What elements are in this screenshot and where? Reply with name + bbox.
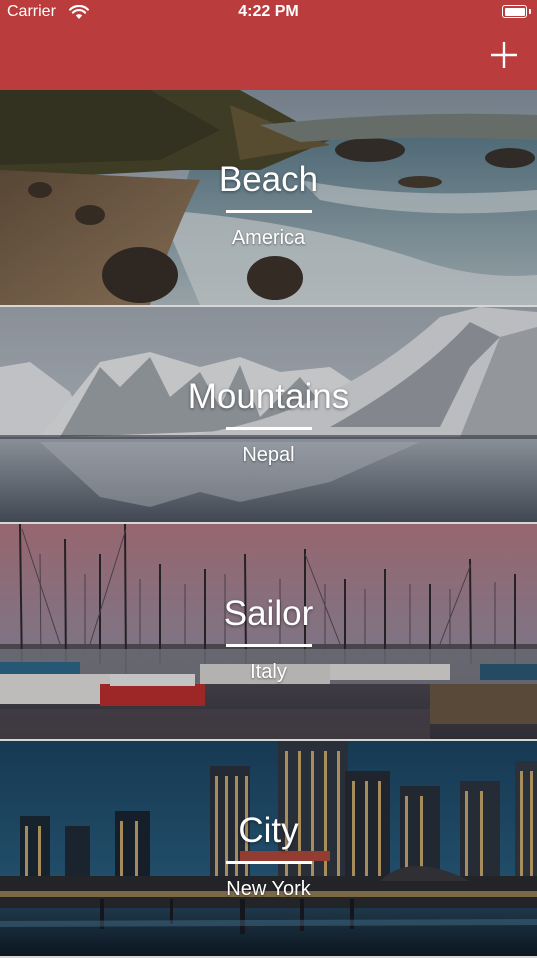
card-subtitle: America [231, 227, 306, 249]
destination-card-beach[interactable]: Beach America [0, 90, 537, 307]
card-title: Sailor [223, 594, 314, 633]
card-title: Mountains [187, 377, 350, 416]
card-subtitle: Nepal [242, 444, 295, 466]
destination-card-city[interactable]: City New York [0, 741, 537, 958]
destination-list: Beach America Mountains Nepal Sailor Ita… [0, 90, 537, 960]
card-title: Beach [218, 160, 319, 199]
card-divider [225, 861, 312, 864]
card-subtitle: New York [226, 878, 311, 900]
card-subtitle: Italy [250, 661, 287, 683]
card-divider [225, 427, 312, 430]
navigation-bar: Carrier 4:22 PM [0, 0, 537, 90]
card-title: City [238, 811, 299, 850]
card-divider [225, 644, 312, 647]
app-screen: Carrier 4:22 PM Beach America Mountains … [0, 0, 537, 960]
clock: 4:22 PM [238, 3, 299, 20]
card-divider [225, 210, 312, 213]
destination-card-mountains[interactable]: Mountains Nepal [0, 307, 537, 524]
battery-icon [502, 5, 531, 18]
destination-card-sailor[interactable]: Sailor Italy [0, 524, 537, 741]
status-bar: Carrier 4:22 PM [0, 0, 537, 26]
plus-icon[interactable] [489, 40, 519, 70]
battery-level [504, 7, 525, 16]
